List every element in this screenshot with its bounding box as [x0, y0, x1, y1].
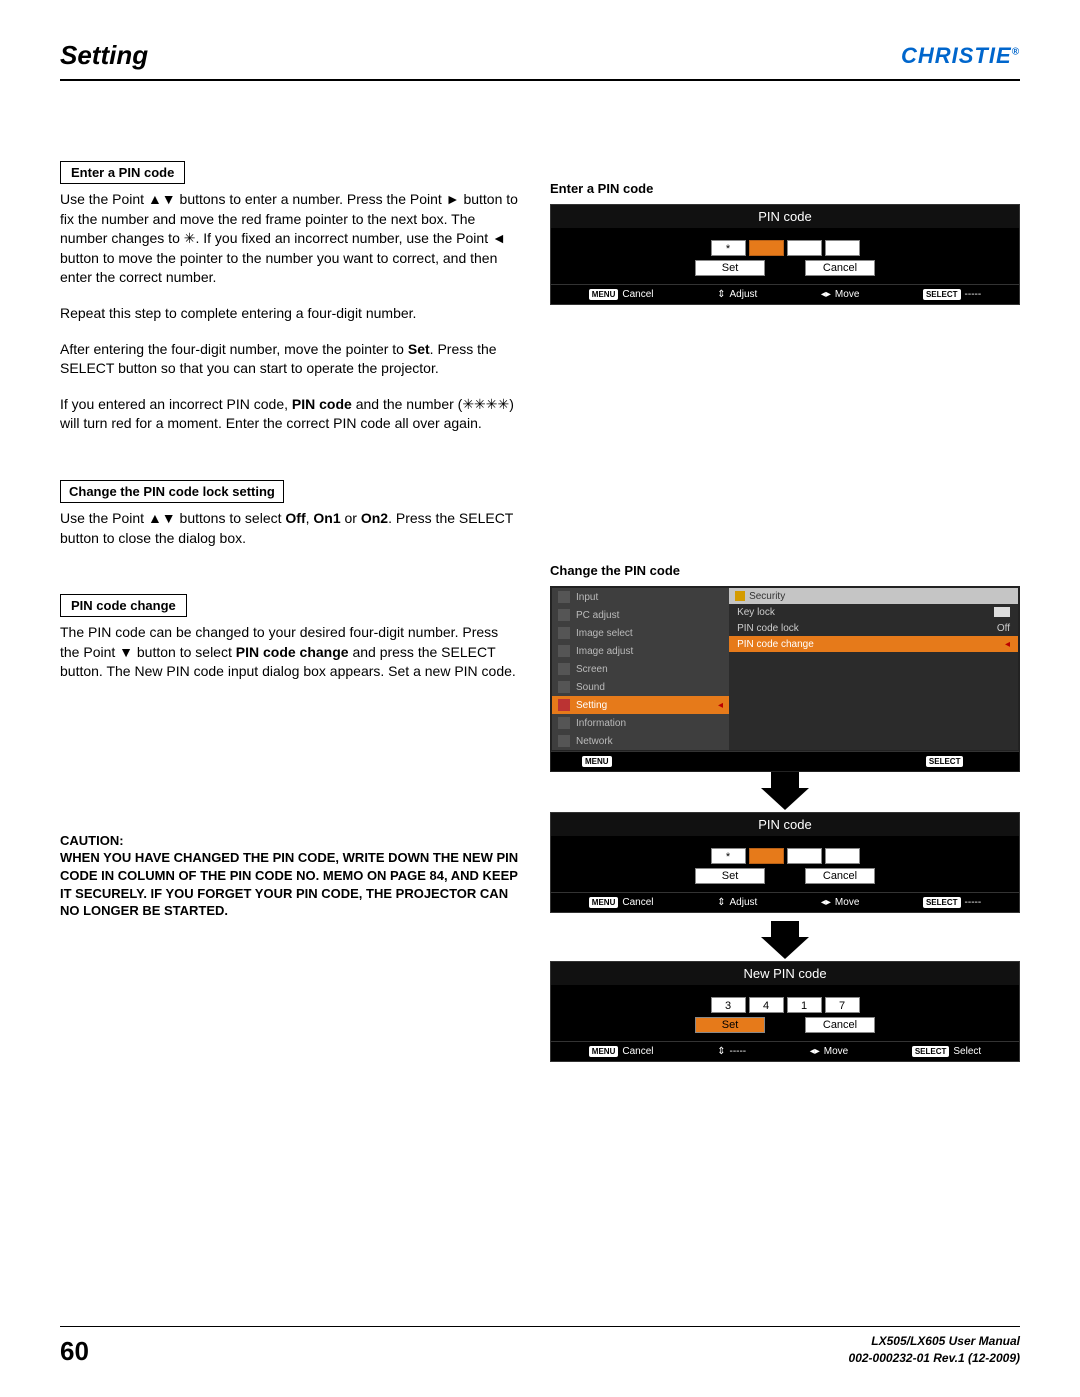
set-button[interactable]: Set: [695, 1017, 765, 1033]
pin-digit[interactable]: *: [711, 240, 746, 256]
cancel-button[interactable]: Cancel: [805, 260, 875, 276]
osd-title: PIN code: [551, 813, 1019, 836]
right-arrow-icon: ▸: [850, 756, 855, 767]
menu-sidebar: Input PC adjust Image select Image adjus…: [552, 588, 729, 750]
osd-title: New PIN code: [551, 962, 1019, 985]
updown-icon: ⇕: [717, 1046, 725, 1057]
heading-enter-pin: Enter a PIN code: [60, 161, 185, 184]
paragraph: If you entered an incorrect PIN code, PI…: [60, 395, 520, 434]
pin-digit[interactable]: 4: [749, 997, 784, 1013]
menu-item-sound[interactable]: Sound: [552, 678, 729, 696]
pin-input-row: *: [561, 848, 1009, 864]
updown-icon: ⇕: [717, 897, 725, 908]
osd-new-pin-dialog: New PIN code 3 4 1 7 Set Cancel MENUCanc…: [550, 961, 1020, 1062]
screen-icon: [558, 663, 570, 675]
caution-label: CAUTION:: [60, 832, 520, 850]
down-arrow-icon: [550, 772, 1020, 812]
osd-pin-dialog: PIN code * Set Cancel MENUCancel ⇕: [550, 812, 1020, 913]
pin-digit[interactable]: [749, 848, 784, 864]
figure-label: Enter a PIN code: [550, 181, 1020, 196]
pin-digit[interactable]: [825, 848, 860, 864]
paragraph: After entering the four-digit number, mo…: [60, 340, 520, 379]
menu-item-information[interactable]: Information: [552, 714, 729, 732]
content: Enter a PIN code Use the Point ▲▼ button…: [60, 161, 1020, 1070]
pin-digit[interactable]: [787, 240, 822, 256]
footer: 60 LX505/LX605 User Manual 002-000232-01…: [60, 1326, 1020, 1367]
caution-block: CAUTION: WHEN YOU HAVE CHANGED THE PIN C…: [60, 832, 520, 920]
keylock-icon: [994, 607, 1010, 617]
pin-input-row: *: [561, 240, 1009, 256]
submenu-pin-lock[interactable]: PIN code lockOff: [729, 620, 1018, 636]
pin-digit[interactable]: [787, 848, 822, 864]
page-title: Setting: [60, 40, 148, 71]
menu-item-screen[interactable]: Screen: [552, 660, 729, 678]
updown-icon: ⇕: [717, 289, 725, 300]
menu-item-setting[interactable]: Setting◂: [552, 696, 729, 714]
caution-text: WHEN YOU HAVE CHANGED THE PIN CODE, WRIT…: [60, 849, 520, 919]
menu-item-pc-adjust[interactable]: PC adjust: [552, 606, 729, 624]
osd-menu: Input PC adjust Image select Image adjus…: [550, 586, 1020, 772]
pin-digit[interactable]: 7: [825, 997, 860, 1013]
lock-icon: [735, 591, 745, 601]
image-icon: [558, 627, 570, 639]
menu-item-image-adjust[interactable]: Image adjust: [552, 642, 729, 660]
heading-change-lock: Change the PIN code lock setting: [60, 480, 284, 503]
pin-digit[interactable]: 1: [787, 997, 822, 1013]
monitor-icon: [558, 609, 570, 621]
footer-info: LX505/LX605 User Manual 002-000232-01 Re…: [849, 1333, 1020, 1367]
leftright-icon: ◂▸: [821, 897, 831, 908]
leftright-icon: ◂▸: [810, 1046, 820, 1057]
hint-bar: MENUExit ◂Back ⇕Move ▸----- SELECTNext: [551, 751, 1019, 771]
paragraph: Use the Point ▲▼ buttons to enter a numb…: [60, 190, 520, 288]
paragraph: Use the Point ▲▼ buttons to select Off, …: [60, 509, 520, 548]
right-arrow-icon: ◂: [718, 700, 723, 711]
down-arrow-icon: [550, 921, 1020, 961]
pin-digit[interactable]: 3: [711, 997, 746, 1013]
heading-pin-change: PIN code change: [60, 594, 187, 617]
osd-pin-dialog: PIN code * Set Cancel MENUCancel ⇕: [550, 204, 1020, 305]
cancel-button[interactable]: Cancel: [805, 868, 875, 884]
right-column: Enter a PIN code PIN code * Set Cancel: [550, 161, 1020, 1070]
pin-digit[interactable]: [749, 240, 784, 256]
page: Setting CHRISTIE® Enter a PIN code Use t…: [0, 0, 1080, 1397]
menu-panel: Security Key lock PIN code lockOff PIN c…: [729, 588, 1018, 750]
leftright-icon: ◂▸: [821, 289, 831, 300]
left-column: Enter a PIN code Use the Point ▲▼ button…: [60, 161, 520, 1070]
hint-bar: MENUCancel ⇕Adjust ◂▸Move SELECT-----: [551, 892, 1019, 912]
page-number: 60: [60, 1336, 89, 1367]
pin-input-row: 3 4 1 7: [561, 997, 1009, 1013]
submenu-key-lock[interactable]: Key lock: [729, 604, 1018, 620]
paragraph: Repeat this step to complete entering a …: [60, 304, 520, 324]
menu-item-network[interactable]: Network: [552, 732, 729, 750]
updown-icon: ⇕: [763, 756, 771, 767]
paragraph: The PIN code can be changed to your desi…: [60, 623, 520, 682]
pin-digit[interactable]: *: [711, 848, 746, 864]
right-arrow-icon: ◂: [1005, 639, 1010, 650]
sound-icon: [558, 681, 570, 693]
left-arrow-icon: ◂: [682, 756, 687, 767]
input-icon: [558, 591, 570, 603]
info-icon: [558, 717, 570, 729]
hint-bar: MENUCancel ⇕----- ◂▸Move SELECTSelect: [551, 1041, 1019, 1061]
hint-bar: MENUCancel ⇕Adjust ◂▸Move SELECT-----: [551, 284, 1019, 304]
brand-logo: CHRISTIE®: [901, 43, 1020, 69]
menu-item-input[interactable]: Input: [552, 588, 729, 606]
adjust-icon: [558, 645, 570, 657]
submenu-pin-change[interactable]: PIN code change◂: [729, 636, 1018, 652]
header: Setting CHRISTIE®: [60, 40, 1020, 81]
setting-icon: [558, 699, 570, 711]
submenu-title: Security: [729, 588, 1018, 604]
set-button[interactable]: Set: [695, 868, 765, 884]
pin-digit[interactable]: [825, 240, 860, 256]
set-button[interactable]: Set: [695, 260, 765, 276]
osd-title: PIN code: [551, 205, 1019, 228]
network-icon: [558, 735, 570, 747]
menu-item-image-select[interactable]: Image select: [552, 624, 729, 642]
cancel-button[interactable]: Cancel: [805, 1017, 875, 1033]
figure-label: Change the PIN code: [550, 563, 1020, 578]
